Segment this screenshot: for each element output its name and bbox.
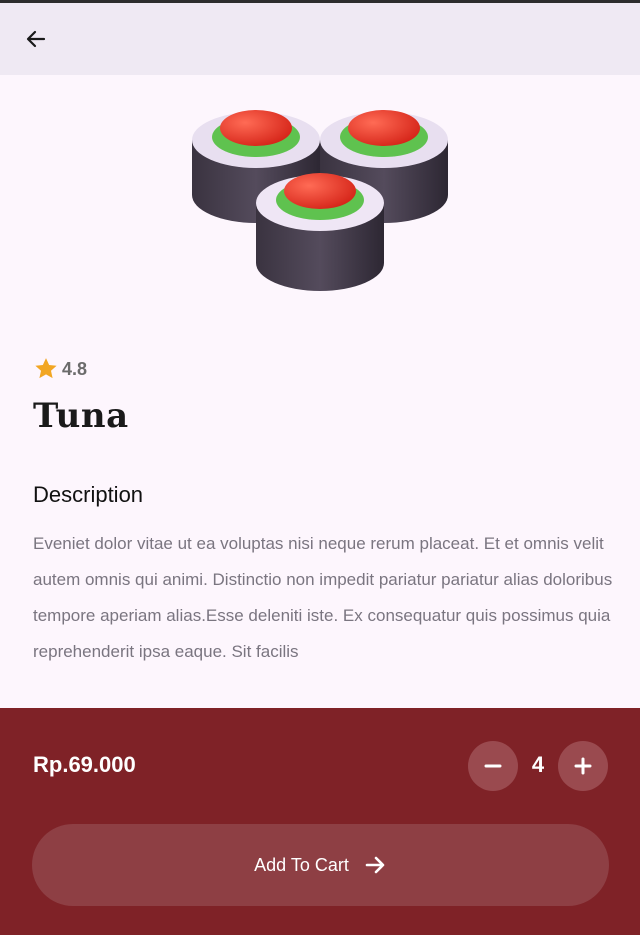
arrow-left-icon: [26, 30, 46, 48]
decrease-quantity-button[interactable]: [468, 741, 518, 791]
product-price: Rp.69.000: [33, 752, 136, 777]
add-to-cart-button[interactable]: Add To Cart: [32, 824, 609, 906]
description-heading: Description: [33, 482, 144, 507]
description-text: Eveniet dolor vitae ut ea voluptas nisi …: [33, 534, 613, 661]
back-button[interactable]: [14, 17, 58, 61]
rating: 4.8: [33, 354, 87, 384]
star-icon: [35, 358, 57, 379]
quantity-value: 4: [531, 752, 545, 777]
increase-quantity-button[interactable]: [558, 741, 608, 791]
minus-icon: [484, 764, 502, 768]
app-bar: [0, 0, 640, 75]
rating-value: 4.8: [62, 358, 88, 379]
plus-icon: [574, 757, 592, 775]
sushi-image: [192, 110, 448, 291]
product-title: Tuna: [33, 396, 129, 436]
add-to-cart-label: Add To Cart: [254, 854, 349, 875]
arrow-right-icon: [365, 856, 385, 874]
